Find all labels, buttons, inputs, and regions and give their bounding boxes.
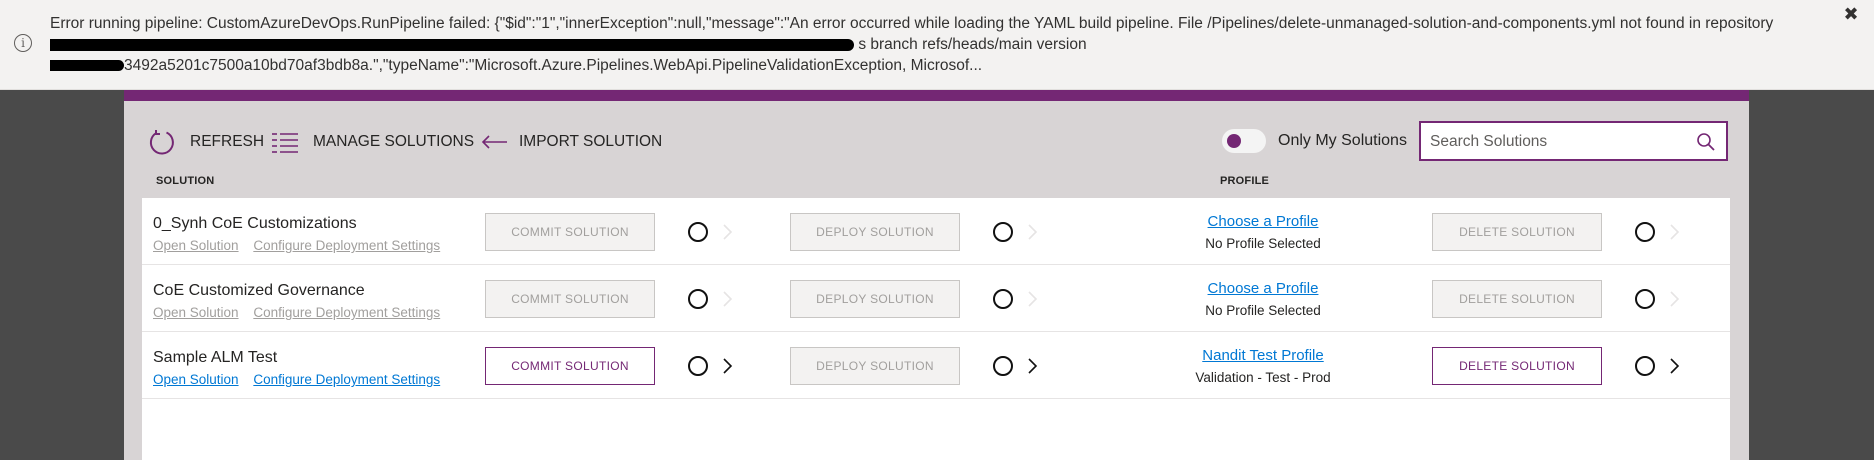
chevron-right-icon xyxy=(1028,224,1038,240)
chevron-right-icon[interactable] xyxy=(1669,357,1681,375)
profile-cell: Choose a Profile No Profile Selected xyxy=(1120,213,1406,251)
open-solution-link: Open Solution xyxy=(153,305,239,320)
chevron-right-icon xyxy=(1670,224,1680,240)
choose-profile-link[interactable]: Choose a Profile xyxy=(1120,280,1406,297)
deploy-status-circle-icon xyxy=(993,289,1013,309)
error-message-line-3-text: 3492a5201c7500a10bd70af3bdb8a.","typeNam… xyxy=(124,57,983,74)
error-message-line-3: 3492a5201c7500a10bd70af3bdb8a.","typeNam… xyxy=(50,55,1840,76)
table-row: Sample ALM Test Open Solution Configure … xyxy=(142,332,1730,399)
import-solution-label: IMPORT SOLUTION xyxy=(519,133,663,150)
info-icon: i xyxy=(14,34,32,52)
profile-cell: Nandit Test Profile Validation - Test - … xyxy=(1120,347,1406,385)
toggle-knob xyxy=(1227,134,1241,148)
deploy-solution-button: DEPLOY SOLUTION xyxy=(790,213,960,251)
chevron-right-icon xyxy=(1028,291,1038,307)
refresh-icon xyxy=(149,130,174,155)
solution-name: 0_Synh CoE Customizations xyxy=(153,215,357,232)
configure-deployment-settings-link: Configure Deployment Settings xyxy=(253,305,441,320)
choose-profile-link[interactable]: Choose a Profile xyxy=(1120,213,1406,230)
search-icon[interactable] xyxy=(1696,132,1716,152)
error-banner: i Error running pipeline: CustomAzureDev… xyxy=(0,0,1874,90)
deploy-solution-button: DEPLOY SOLUTION xyxy=(790,347,960,385)
list-icon xyxy=(272,133,298,153)
table-row: 0_Synh CoE Customizations Open Solution … xyxy=(142,198,1730,265)
redaction-mark xyxy=(50,38,854,51)
arrow-left-icon xyxy=(481,135,507,149)
solution-links: Open Solution Configure Deployment Setti… xyxy=(153,238,451,253)
refresh-button[interactable]: REFRESH xyxy=(148,129,264,155)
delete-solution-button[interactable]: DELETE SOLUTION xyxy=(1432,347,1602,385)
commit-status-circle-icon xyxy=(688,356,708,376)
redaction-mark xyxy=(50,60,124,72)
solutions-table: 0_Synh CoE Customizations Open Solution … xyxy=(142,198,1730,460)
delete-solution-button: DELETE SOLUTION xyxy=(1432,213,1602,251)
delete-status-circle-icon xyxy=(1635,289,1655,309)
commit-status-circle-icon xyxy=(688,222,708,242)
chevron-right-icon[interactable] xyxy=(1027,357,1039,375)
commit-solution-button: COMMIT SOLUTION xyxy=(485,280,655,318)
configure-deployment-settings-link[interactable]: Configure Deployment Settings xyxy=(253,372,440,387)
manage-solutions-button[interactable]: MANAGE SOLUTIONS xyxy=(271,129,474,155)
delete-status-circle-icon xyxy=(1635,356,1655,376)
commit-solution-button[interactable]: COMMIT SOLUTION xyxy=(485,347,655,385)
table-row: CoE Customized Governance Open Solution … xyxy=(142,265,1730,332)
error-message-line-2: s branch refs/heads/main version xyxy=(50,34,1840,55)
deploy-solution-button: DEPLOY SOLUTION xyxy=(790,280,960,318)
only-my-solutions-toggle[interactable]: Only My Solutions xyxy=(1222,128,1407,154)
deploy-status-circle-icon xyxy=(993,356,1013,376)
profile-cell: Choose a Profile No Profile Selected xyxy=(1120,280,1406,318)
chevron-right-icon xyxy=(723,224,733,240)
refresh-label: REFRESH xyxy=(190,133,265,150)
column-header-solution: SOLUTION xyxy=(156,175,215,187)
chevron-right-icon xyxy=(1670,291,1680,307)
app-header-bar xyxy=(124,90,1749,101)
configure-deployment-settings-link: Configure Deployment Settings xyxy=(253,238,441,253)
commit-solution-button: COMMIT SOLUTION xyxy=(485,213,655,251)
error-message-line-1: Error running pipeline: CustomAzureDevOp… xyxy=(50,15,1774,32)
solution-name: CoE Customized Governance xyxy=(153,282,365,299)
error-message: Error running pipeline: CustomAzureDevOp… xyxy=(50,13,1840,76)
chevron-right-icon xyxy=(723,291,733,307)
solution-name: Sample ALM Test xyxy=(153,349,278,366)
open-solution-link: Open Solution xyxy=(153,238,239,253)
deploy-status-circle-icon xyxy=(993,222,1013,242)
search-box[interactable] xyxy=(1419,121,1728,161)
solution-links: Open Solution Configure Deployment Setti… xyxy=(153,305,451,320)
solution-links: Open Solution Configure Deployment Setti… xyxy=(153,372,451,387)
commit-status-circle-icon xyxy=(688,289,708,309)
toggle-switch[interactable] xyxy=(1222,129,1266,153)
profile-description: No Profile Selected xyxy=(1205,303,1321,318)
search-input[interactable] xyxy=(1428,131,1688,153)
error-message-line-2-text: s branch refs/heads/main version xyxy=(858,36,1087,53)
only-my-solutions-label: Only My Solutions xyxy=(1278,132,1407,149)
delete-solution-button: DELETE SOLUTION xyxy=(1432,280,1602,318)
close-icon[interactable]: ✖ xyxy=(1842,6,1860,24)
column-header-profile: PROFILE xyxy=(1220,175,1270,187)
profile-link[interactable]: Nandit Test Profile xyxy=(1120,347,1406,364)
manage-solutions-label: MANAGE SOLUTIONS xyxy=(313,133,475,150)
open-solution-link[interactable]: Open Solution xyxy=(153,372,239,387)
profile-description: Validation - Test - Prod xyxy=(1195,370,1331,385)
delete-status-circle-icon xyxy=(1635,222,1655,242)
import-solution-button[interactable]: IMPORT SOLUTION xyxy=(481,129,662,155)
profile-description: No Profile Selected xyxy=(1205,236,1321,251)
chevron-right-icon[interactable] xyxy=(722,357,734,375)
